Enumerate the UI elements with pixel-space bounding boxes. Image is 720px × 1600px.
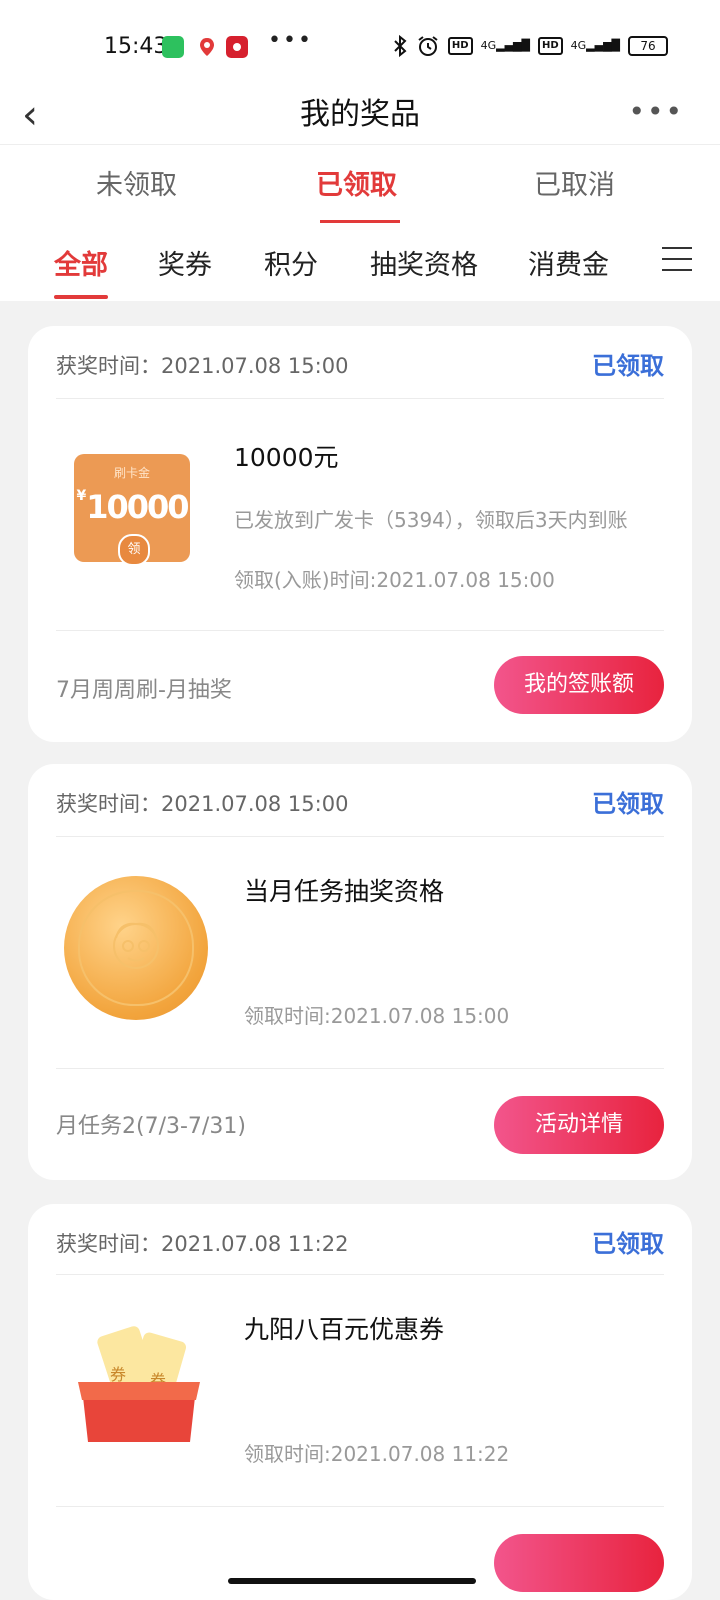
divider <box>56 630 664 631</box>
activity-name: 7月周周刷-月抽奖 <box>56 678 232 703</box>
activity-name: 月任务2(7/3-7/31) <box>56 1114 246 1139</box>
tab-points[interactable]: 积分 <box>264 243 318 282</box>
signal-icon-2: 4G▂▄▆█ <box>570 39 620 52</box>
tab-vouchers[interactable]: 奖券 <box>158 243 212 282</box>
voucher-top-label: 刷卡金 <box>113 466 150 480</box>
battery-icon: 76 <box>628 36 668 56</box>
bluetooth-icon <box>394 34 407 58</box>
signal-icon-1: 4G▂▄▆█ <box>480 39 530 52</box>
nav-bar: ‹ 我的奖品 ••• <box>0 92 720 145</box>
award-time: 获奖时间：2021.07.08 15:00 <box>56 792 349 816</box>
tab-spending-credit[interactable]: 消费金 <box>528 243 609 282</box>
status-time: 15:43 <box>104 34 168 59</box>
receive-time: 领取(入账)时间:2021.07.08 15:00 <box>234 568 555 592</box>
hd-badge-1: HD <box>447 37 473 55</box>
receive-time: 领取时间:2021.07.08 11:22 <box>244 1442 510 1466</box>
status-bar: 15:43 ••• HD 4G▂▄▆█ HD 4G▂▄▆█ 76 <box>0 0 720 92</box>
tab-lottery-eligibility[interactable]: 抽奖资格 <box>370 243 478 282</box>
award-time: 获奖时间：2021.07.08 11:22 <box>56 1232 349 1256</box>
page-title: 我的奖品 <box>300 97 420 132</box>
claim-status: 已领取 <box>592 1230 664 1258</box>
divider <box>56 398 664 399</box>
category-list-icon[interactable] <box>662 245 692 273</box>
divider <box>56 1506 664 1507</box>
home-indicator[interactable] <box>228 1578 476 1584</box>
card-voucher-icon: 刷卡金 ¥10000 领 <box>74 454 190 566</box>
gold-coin-icon <box>64 876 208 1020</box>
divider <box>56 836 664 837</box>
receive-time: 领取时间:2021.07.08 15:00 <box>244 1004 510 1028</box>
svg-text:券: 券 <box>110 1365 126 1384</box>
tab-claimed[interactable]: 已领取 <box>316 163 397 202</box>
claim-status: 已领取 <box>592 352 664 380</box>
tab-unclaimed[interactable]: 未领取 <box>96 163 177 202</box>
prize-card: 获奖时间：2021.07.08 15:00 已领取 当月任务抽奖资格 领取时间:… <box>28 764 692 1180</box>
activity-details-button[interactable]: 活动详情 <box>494 1096 664 1154</box>
gift-box-coupons-icon: 券 券 <box>78 1326 200 1442</box>
category-tabs: 全部 奖券 积分 抽奖资格 消费金 <box>0 223 720 301</box>
prize-card: 获奖时间：2021.07.08 11:22 已领取 券 券 九阳八百元优惠券 领… <box>28 1204 692 1600</box>
prize-card: 获奖时间：2021.07.08 15:00 已领取 刷卡金 ¥10000 领 1… <box>28 326 692 742</box>
map-pin-icon <box>196 36 218 58</box>
tab-all[interactable]: 全部 <box>54 243 108 282</box>
wechat-icon <box>162 36 184 58</box>
status-right: HD 4G▂▄▆█ HD 4G▂▄▆█ 76 <box>392 34 668 58</box>
divider <box>56 1274 664 1275</box>
divider <box>56 1068 664 1069</box>
hd-badge-2: HD <box>537 37 563 55</box>
primary-tabs: 未领取 已领取 已取消 <box>0 145 720 223</box>
claim-status: 已领取 <box>592 790 664 818</box>
award-time: 获奖时间：2021.07.08 15:00 <box>56 354 349 378</box>
prize-name: 10000元 <box>234 443 339 472</box>
record-app-icon <box>226 36 248 58</box>
prize-name: 当月任务抽奖资格 <box>244 877 445 906</box>
tab-cancelled[interactable]: 已取消 <box>534 163 615 202</box>
prize-description: 已发放到广发卡（5394），领取后3天内到账 <box>234 508 628 532</box>
voucher-amount: ¥10000 <box>76 488 189 526</box>
more-notifications-icon: ••• <box>268 28 313 53</box>
more-menu-icon[interactable]: ••• <box>628 92 684 132</box>
active-category-indicator <box>54 295 108 299</box>
card-action-button[interactable] <box>494 1534 664 1592</box>
voucher-badge: 领 <box>118 534 150 566</box>
prize-name: 九阳八百元优惠券 <box>244 1315 445 1344</box>
alarm-icon <box>418 36 438 56</box>
my-spending-button[interactable]: 我的签账额 <box>494 656 664 714</box>
